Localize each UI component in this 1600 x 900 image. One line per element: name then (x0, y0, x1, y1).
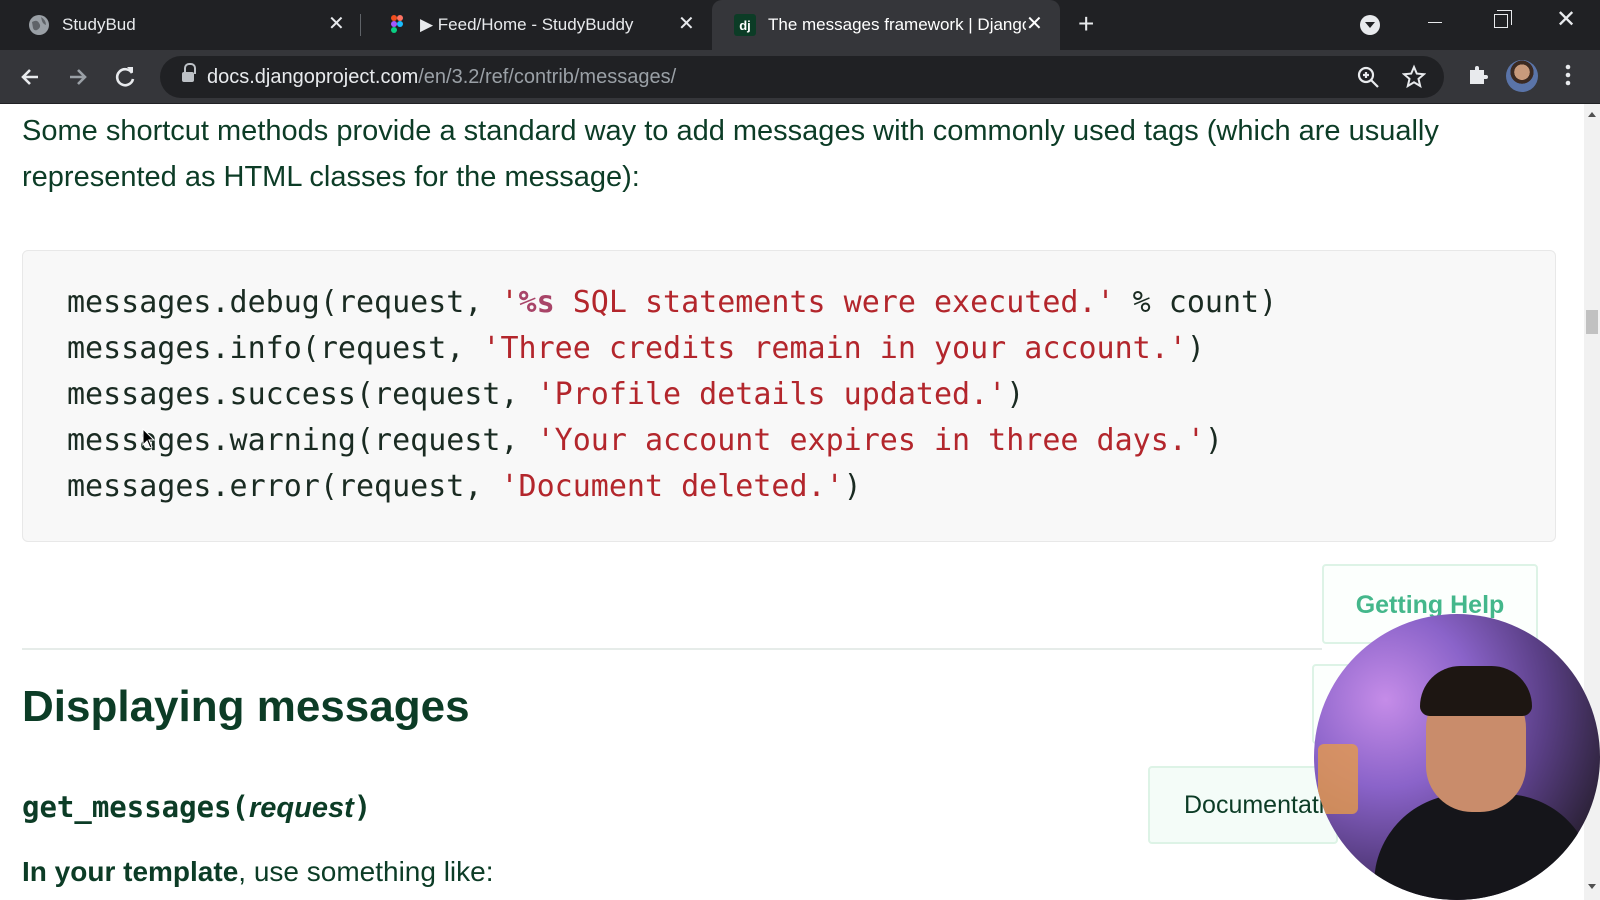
code-block: messages.debug(request, '%s SQL statemen… (22, 250, 1556, 542)
back-icon[interactable] (16, 62, 46, 92)
presenter-hair (1420, 666, 1532, 716)
profile-avatar[interactable] (1506, 60, 1538, 92)
section-heading: Displaying messages (22, 682, 470, 731)
signature-name: get_messages( (22, 790, 249, 824)
code-string: SQL statements were executed.' (554, 285, 1115, 320)
close-tab-icon[interactable]: ✕ (328, 13, 345, 35)
code-text: messages.warning(request, (67, 423, 537, 458)
tab-search-icon[interactable] (1360, 15, 1380, 35)
signature-close: ) (353, 790, 372, 824)
section-divider (22, 648, 1322, 650)
code-string: 'Profile details updated.' (536, 377, 1007, 412)
code-text: ) (1204, 423, 1223, 458)
extensions-puzzle-icon[interactable] (1466, 62, 1490, 86)
tab-title: StudyBud (62, 15, 136, 34)
url-host: docs.djangoproject.com (207, 66, 419, 88)
mouse-cursor-icon (142, 428, 156, 449)
code-text: messages.success(request, (67, 377, 537, 412)
tab-title: The messages framework | Django (768, 15, 1026, 34)
browser-toolbar: docs.djangoproject.com/en/3.2/ref/contri… (0, 50, 1600, 104)
webcam-overlay (1314, 614, 1600, 900)
code-string: 'Three credits remain in your account.' (482, 331, 1187, 366)
scroll-up-arrow-icon[interactable] (1588, 112, 1596, 117)
code-text: % count) (1114, 285, 1278, 320)
documentation-button[interactable]: Documentation (1148, 766, 1338, 844)
tab-feed-home[interactable]: ▶ Feed/Home - StudyBuddy ✕ (364, 0, 706, 50)
minimize-icon[interactable] (1428, 22, 1442, 23)
lock-icon[interactable] (182, 63, 196, 84)
code-text: ) (843, 469, 862, 504)
template-bold: In your template (22, 856, 239, 887)
code-line: messages.success(request, 'Profile detai… (67, 377, 1024, 412)
reload-icon[interactable] (110, 62, 140, 92)
template-text: , use something like: (238, 856, 494, 887)
bookmark-star-icon[interactable] (1402, 64, 1426, 90)
url-text: docs.djangoproject.com/en/3.2/ref/contri… (207, 66, 676, 89)
window-close-icon[interactable]: ✕ (1556, 8, 1576, 32)
code-text: messages.info(request, (67, 331, 483, 366)
code-text: ) (1006, 377, 1025, 412)
code-text: ) (1186, 331, 1205, 366)
tab-studybud[interactable]: StudyBud ✕ (6, 0, 358, 50)
zoom-icon[interactable] (1356, 64, 1380, 90)
svg-text:dj: dj (739, 18, 751, 33)
intro-paragraph: Some shortcut methods provide a standard… (22, 115, 1439, 193)
code-format-specifier: %s (518, 285, 555, 320)
signature-param: request (248, 792, 354, 824)
close-tab-icon[interactable]: ✕ (1026, 13, 1043, 35)
django-icon: dj (734, 14, 756, 36)
url-path: /en/3.2/ref/contrib/messages/ (418, 66, 677, 88)
new-tab-button[interactable]: + (1078, 10, 1094, 38)
code-text: messages.error(request, (67, 469, 501, 504)
code-line: messages.warning(request, 'Your account … (67, 423, 1223, 458)
globe-icon (29, 15, 49, 35)
address-bar[interactable]: docs.djangoproject.com/en/3.2/ref/contri… (160, 56, 1444, 98)
function-signature: get_messages(request) (22, 790, 371, 825)
code-line: messages.info(request, 'Three credits re… (67, 331, 1205, 366)
tab-strip: StudyBud ✕ ▶ Feed/Home - StudyBuddy ✕ dj… (0, 0, 1600, 50)
close-tab-icon[interactable]: ✕ (678, 13, 695, 35)
code-line: messages.error(request, 'Document delete… (67, 469, 862, 504)
code-string: 'Your account expires in three days.' (536, 423, 1205, 458)
code-line: messages.debug(request, '%s SQL statemen… (67, 285, 1277, 320)
figma-icon (391, 15, 403, 33)
tab-title: ▶ Feed/Home - StudyBuddy (420, 15, 634, 34)
background-lamp (1318, 744, 1358, 814)
scrollbar-thumb[interactable] (1586, 310, 1598, 334)
forward-icon[interactable] (62, 62, 92, 92)
code-text: messages.debug(request, (67, 285, 501, 320)
tab-separator (360, 14, 361, 36)
restore-icon[interactable] (1494, 10, 1512, 28)
code-string: ' (500, 285, 519, 320)
tab-messages-framework[interactable]: dj The messages framework | Django ✕ (712, 0, 1060, 50)
template-paragraph: In your template, use something like: (22, 856, 494, 888)
code-string: 'Document deleted.' (500, 469, 844, 504)
menu-kebab-icon[interactable] (1564, 62, 1572, 88)
